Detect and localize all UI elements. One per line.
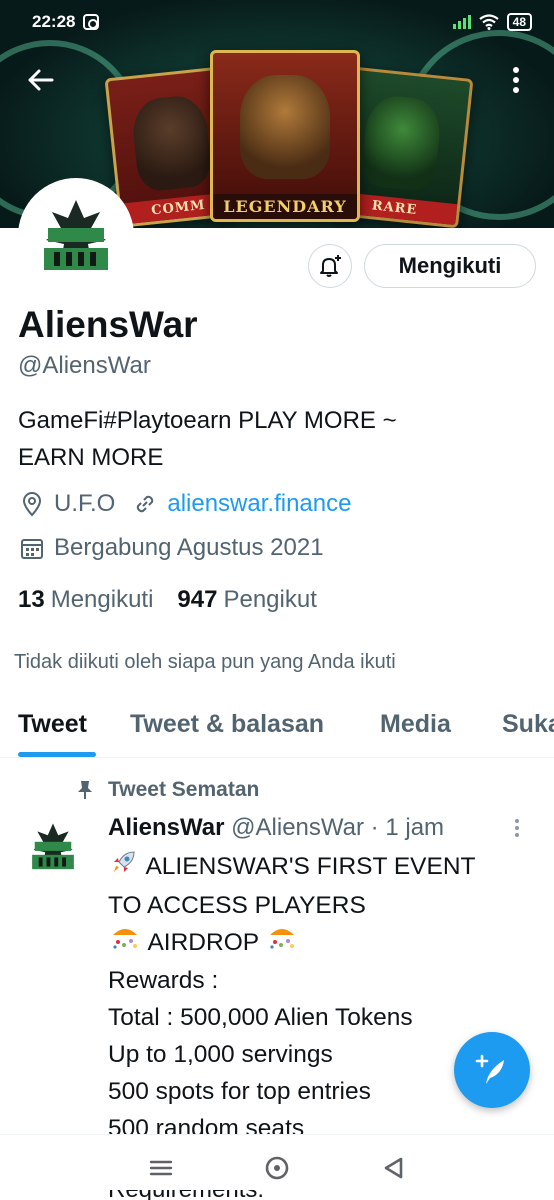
battery-icon: 48 — [506, 13, 532, 31]
pinned-label: Tweet Sematan — [72, 778, 259, 802]
pinned-text: Tweet Sematan — [108, 778, 260, 801]
tweet-separator: · — [370, 814, 379, 841]
wifi-icon — [478, 14, 499, 30]
confetti-ball-emoji-icon — [267, 925, 297, 962]
banner-card-legendary: LEGENDARY — [210, 50, 360, 222]
profile-website-link[interactable]: alienswar.finance — [167, 490, 351, 518]
bio-line: EARN MORE — [18, 444, 164, 471]
instagram-icon — [83, 14, 100, 30]
following-count-link[interactable]: 13 Mengikuti — [18, 586, 153, 614]
following-button[interactable]: Mengikuti — [364, 244, 536, 288]
link-icon — [131, 490, 159, 518]
follow-counts: 13 Mengikuti 947 Pengikut — [18, 586, 317, 614]
following-count: 13 — [18, 586, 45, 613]
bell-plus-icon — [320, 255, 341, 277]
menu-icon — [149, 1160, 173, 1176]
tweet-author-avatar[interactable] — [18, 812, 88, 882]
more-options-button[interactable] — [498, 62, 534, 98]
active-tab-indicator — [18, 752, 96, 757]
followers-label: Pengikut — [223, 586, 317, 613]
tweet-line: Total : 500,000 Alien Tokens — [108, 1004, 413, 1032]
profile-handle: @AliensWar — [18, 352, 151, 379]
location-pin-icon — [18, 490, 46, 518]
tweet-line: TO ACCESS PLAYERS — [108, 892, 366, 920]
profile-meta-row: Bergabung Agustus 2021 — [18, 534, 324, 562]
notifications-button[interactable] — [308, 244, 352, 288]
tweet-line: Rewards : — [108, 967, 219, 995]
tweet-author-handle[interactable]: @AliensWar — [231, 814, 364, 841]
tweet-more-button[interactable] — [514, 818, 520, 843]
system-back-button[interactable] — [378, 1155, 408, 1181]
display-name: AliensWar — [18, 304, 198, 345]
feather-plus-icon — [475, 1054, 504, 1084]
profile-location: U.F.O — [54, 490, 116, 517]
tweet-line: ALIENSWAR'S FIRST EVENT — [108, 848, 528, 887]
status-bar: 22:28 48 — [0, 0, 554, 44]
tab-tweets[interactable]: Tweet — [18, 710, 87, 739]
alienswar-logo-icon — [32, 823, 74, 870]
followers-count-link[interactable]: 947 Pengikut — [177, 586, 316, 614]
calendar-icon — [18, 534, 46, 562]
home-circle-icon — [265, 1156, 289, 1180]
tab-tweets-replies[interactable]: Tweet & balasan — [130, 710, 324, 739]
arrow-left-icon — [28, 69, 54, 91]
signal-icon — [452, 15, 471, 29]
tab-media[interactable]: Media — [380, 710, 451, 739]
tweet-time[interactable]: 1 jam — [385, 814, 444, 841]
following-label: Mengikuti — [50, 586, 154, 613]
profile-avatar[interactable] — [18, 178, 134, 294]
not-followed-notice: Tidak diikuti oleh siapa pun yang Anda i… — [14, 651, 396, 673]
peek-text: Requirements: — [108, 1190, 338, 1200]
card-label: LEGENDARY — [213, 194, 357, 219]
profile-tabs: Tweet Tweet & balasan Media Suka — [0, 694, 554, 758]
tweet-header: AliensWar @AliensWar · 1 jam — [108, 814, 444, 842]
profile-bio: GameFi#Playtoearn PLAY MORE ~ EARN MORE — [18, 402, 538, 476]
confetti-ball-emoji-icon — [110, 925, 140, 962]
pin-icon — [72, 780, 98, 800]
creature-art — [240, 75, 330, 179]
bio-line: GameFi#Playtoearn PLAY MORE ~ — [18, 407, 397, 434]
obscured-tweet-text: Requirements: — [108, 1190, 338, 1200]
tab-likes[interactable]: Suka — [502, 710, 554, 739]
creature-art — [359, 93, 444, 193]
more-vertical-icon — [515, 819, 519, 837]
compose-tweet-button[interactable] — [454, 1032, 530, 1108]
home-button[interactable] — [262, 1155, 292, 1181]
triangle-back-icon — [384, 1157, 403, 1179]
tweet-line-text: AIRDROP — [147, 929, 259, 957]
back-button[interactable] — [22, 62, 58, 98]
creature-art — [129, 93, 214, 193]
rocket-emoji-icon — [110, 848, 138, 887]
status-time: 22:28 — [32, 12, 76, 31]
tweet-text: ALIENSWAR'S FIRST EVENT TO ACCESS PLAYER… — [108, 848, 528, 1147]
tweet-line: AIRDROP — [108, 924, 528, 962]
recent-apps-button[interactable] — [146, 1155, 176, 1181]
tweet-line-text: ALIENSWAR'S FIRST EVENT — [145, 853, 476, 880]
status-icons: 48 — [452, 13, 532, 31]
followers-count: 947 — [177, 586, 218, 613]
alienswar-logo-icon — [36, 196, 116, 276]
profile-join-date: Bergabung Agustus 2021 — [54, 534, 324, 561]
tweet-author-name[interactable]: AliensWar — [108, 814, 224, 841]
profile-meta-row: U.F.O alienswar.finance — [18, 490, 351, 518]
more-vertical-icon — [513, 67, 519, 93]
